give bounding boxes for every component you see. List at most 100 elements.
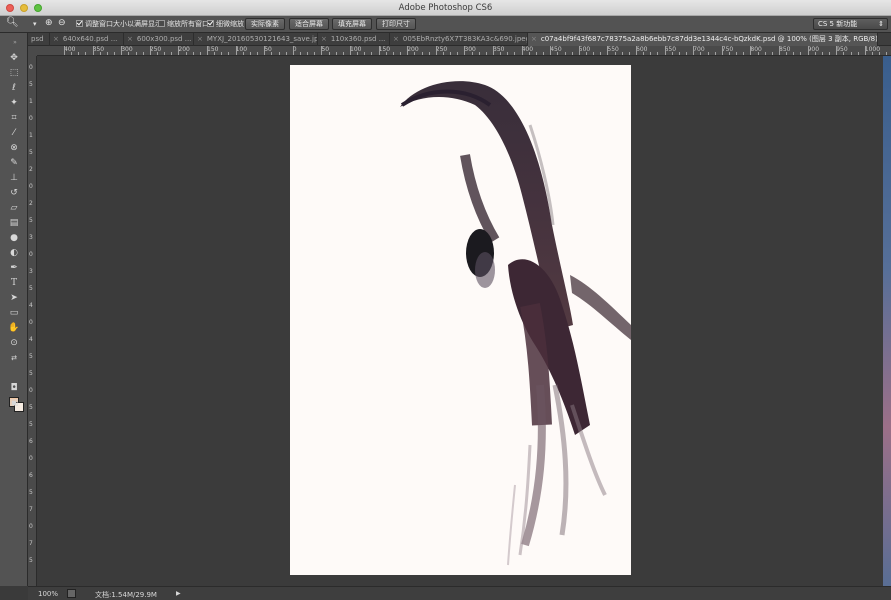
ruler-tick xyxy=(106,52,108,55)
ruler-tick xyxy=(800,52,802,55)
ruler-tick xyxy=(478,52,480,55)
eyedropper-tool-icon[interactable]: ⁄ xyxy=(8,127,20,139)
document-size: 文档:1.54M/29.9M xyxy=(95,591,157,599)
ruler-tick xyxy=(178,46,180,55)
ruler-label: 700 xyxy=(693,46,705,53)
document-info-icon[interactable] xyxy=(67,589,76,598)
vertical-ruler[interactable]: 051015202530354045505560657075 xyxy=(28,56,37,586)
ruler-tick xyxy=(493,46,494,55)
crop-tool-icon[interactable]: ⌗ xyxy=(8,112,20,124)
ruler-tick xyxy=(278,52,280,55)
close-tab-icon[interactable]: × xyxy=(393,35,399,43)
ruler-tick xyxy=(299,52,301,55)
chevron-down-icon[interactable]: ▾ xyxy=(33,19,37,30)
swap-colors-icon[interactable]: ⇄ xyxy=(8,352,20,364)
ruler-tick xyxy=(671,52,673,55)
close-tab-icon[interactable]: × xyxy=(127,35,133,43)
ruler-tick xyxy=(621,52,623,55)
tab-document-2[interactable]: × 640x640.psd ... xyxy=(50,33,124,46)
path-selection-tool-icon[interactable]: ➤ xyxy=(8,292,20,304)
ruler-tick xyxy=(378,46,380,55)
ruler-tick xyxy=(350,46,351,55)
gradient-tool-icon[interactable]: ▤ xyxy=(8,217,20,229)
brush-stroke-artwork xyxy=(400,81,631,566)
lasso-tool-icon[interactable]: ℓ xyxy=(8,82,20,94)
tab-label: 005EbRnzty6X7T383KA3c&690.jpeg xyxy=(402,35,528,43)
resize-windows-checkbox[interactable]: 调整窗口大小以满屏显示 xyxy=(76,19,162,30)
ruler-tick xyxy=(421,52,423,55)
zoom-out-icon[interactable]: ⊖ xyxy=(58,18,66,29)
tab-document-5[interactable]: × 110x360.psd ... xyxy=(318,33,390,46)
ruler-tick xyxy=(814,52,816,55)
ruler-label: 6 xyxy=(29,438,33,445)
ruler-label: 850 xyxy=(779,46,791,53)
ruler-tick xyxy=(114,52,116,55)
fit-screen-button[interactable]: 适合屏幕 xyxy=(289,18,329,30)
ruler-tick xyxy=(292,46,294,55)
status-menu-arrow-icon[interactable]: ▶ xyxy=(176,590,181,597)
close-tab-icon[interactable]: × xyxy=(321,35,327,43)
rectangle-tool-icon[interactable]: ▭ xyxy=(8,307,20,319)
ruler-tick xyxy=(321,46,323,55)
dodge-tool-icon[interactable]: ◐ xyxy=(8,247,20,259)
workspace-select[interactable]: CS 5 新功能 ⇕ xyxy=(813,18,888,30)
tab-document-1[interactable]: psd xyxy=(28,33,50,46)
close-tab-icon[interactable]: × xyxy=(53,35,59,43)
zoom-in-icon[interactable]: ⊕ xyxy=(45,18,53,29)
hand-tool-icon[interactable]: ✋ xyxy=(8,322,20,334)
ruler-tick xyxy=(214,52,216,55)
brush-tool-icon[interactable]: ✎ xyxy=(8,157,20,169)
document-canvas[interactable] xyxy=(290,65,631,575)
zoom-tool-icon[interactable]: ⊙ xyxy=(8,337,20,349)
ruler-tick xyxy=(149,46,151,55)
ruler-tick xyxy=(185,52,187,55)
ruler-tick xyxy=(71,52,73,55)
ruler-origin[interactable] xyxy=(28,46,37,56)
ruler-label: 5 xyxy=(29,404,33,411)
ruler-tick xyxy=(628,52,630,55)
tab-document-6[interactable]: × 005EbRnzty6X7T383KA3c&690.jpeg xyxy=(390,33,528,46)
tab-document-active[interactable]: × c07a4bf9f43f687c78375a2a8b6ebb7c87dd3e1… xyxy=(528,33,878,46)
collapse-panel-icon[interactable]: » xyxy=(9,37,21,49)
ruler-tick xyxy=(836,46,838,55)
actual-pixels-button[interactable]: 实际像素 xyxy=(245,18,285,30)
ruler-tick xyxy=(414,52,416,55)
scrubby-zoom-checkbox[interactable]: 细微缩放 xyxy=(207,19,244,30)
close-tab-icon[interactable]: × xyxy=(197,35,203,43)
pen-tool-icon[interactable]: ✒ xyxy=(8,262,20,274)
history-brush-tool-icon[interactable]: ↺ xyxy=(8,187,20,199)
zoom-tool-preset-icon[interactable]: 🔍︎ xyxy=(6,17,19,28)
print-size-button[interactable]: 打印尺寸 xyxy=(376,18,416,30)
ruler-tick xyxy=(736,52,738,55)
ruler-tick xyxy=(750,46,752,55)
ruler-label: 650 xyxy=(664,46,677,53)
healing-brush-tool-icon[interactable]: ⊗ xyxy=(8,142,20,154)
ruler-label: 3 xyxy=(29,268,33,275)
magic-wand-tool-icon[interactable]: ✦ xyxy=(8,97,20,109)
ruler-tick xyxy=(585,52,587,55)
tab-document-4[interactable]: × MYXJ_20160530121643_save.jpg xyxy=(194,33,318,46)
screen-mode-icon[interactable]: ▣ xyxy=(8,397,20,409)
quick-mask-icon[interactable]: ◘ xyxy=(8,382,20,394)
zoom-level[interactable]: 100% xyxy=(38,590,58,598)
ruler-tick xyxy=(678,52,680,55)
horizontal-ruler[interactable]: 400 350 300 250 200 150 100 50 0 50 100 150 200 250 30… xyxy=(37,46,891,56)
ruler-tick xyxy=(407,46,409,55)
ruler-label: 800 xyxy=(750,46,762,53)
blur-tool-icon[interactable]: ● xyxy=(8,232,20,244)
move-tool-icon[interactable]: ✥ xyxy=(8,52,20,64)
zoom-all-windows-checkbox[interactable]: 缩放所有窗口 xyxy=(158,19,209,30)
clone-stamp-tool-icon[interactable]: ⊥ xyxy=(8,172,20,184)
ruler-label: 1 xyxy=(29,98,33,105)
ruler-tick xyxy=(142,52,144,55)
canvas-work-area[interactable] xyxy=(37,56,891,586)
ruler-tick xyxy=(335,52,337,55)
ruler-tick xyxy=(871,52,873,55)
marquee-tool-icon[interactable]: ⬚ xyxy=(8,67,20,79)
eraser-tool-icon[interactable]: ▱ xyxy=(8,202,20,214)
type-tool-icon[interactable]: T xyxy=(8,277,20,289)
ruler-label: 100 xyxy=(235,46,248,53)
close-tab-icon[interactable]: × xyxy=(531,35,537,43)
tab-document-3[interactable]: × 600x300.psd ... xyxy=(124,33,194,46)
fill-screen-button[interactable]: 填充屏幕 xyxy=(332,18,372,30)
